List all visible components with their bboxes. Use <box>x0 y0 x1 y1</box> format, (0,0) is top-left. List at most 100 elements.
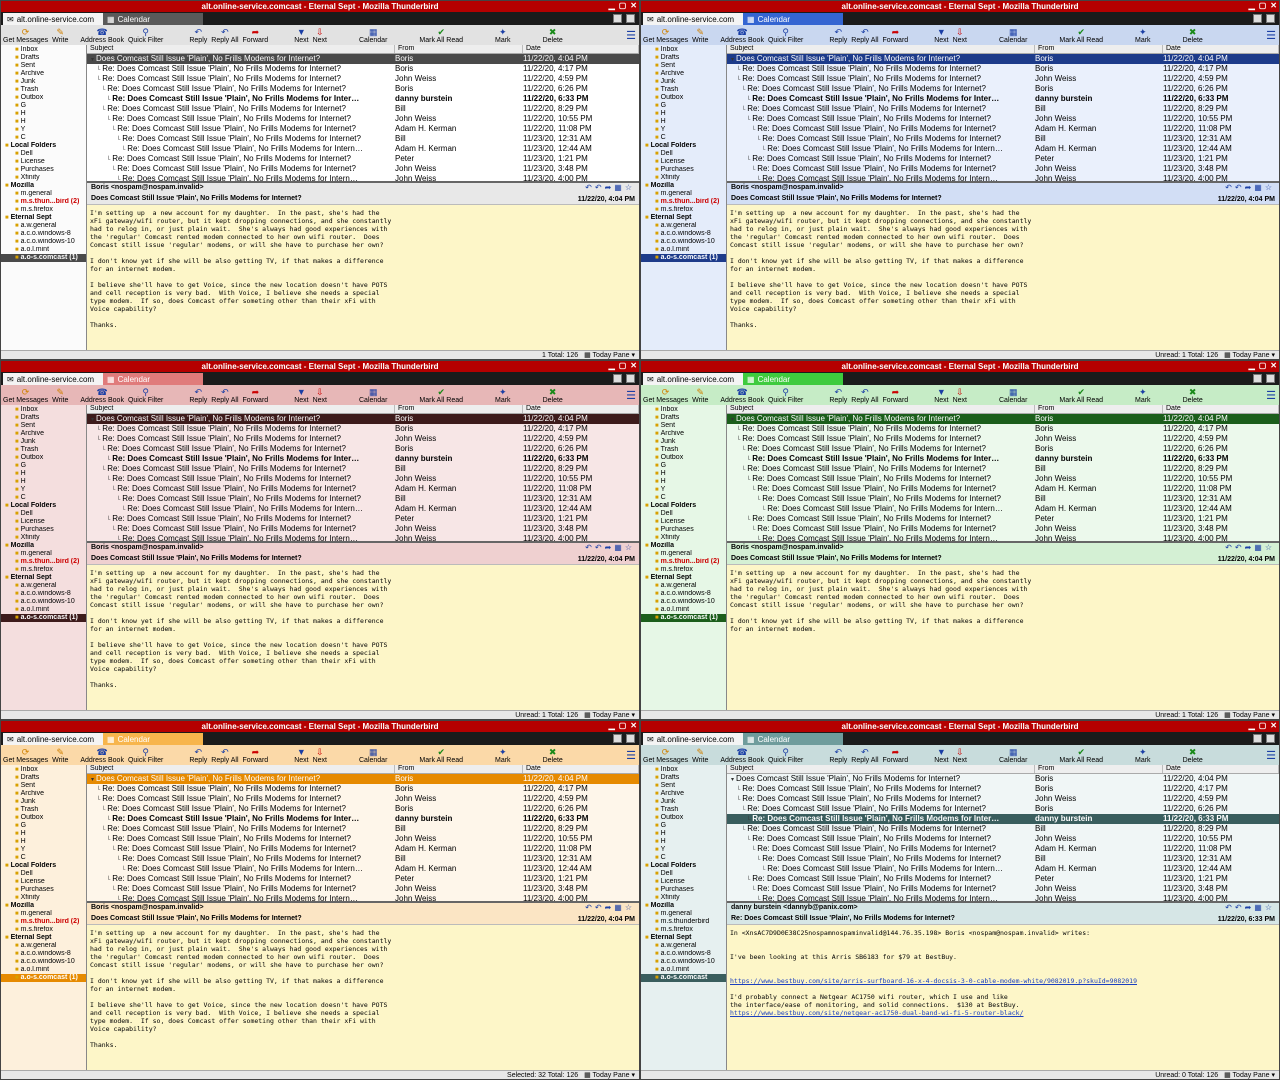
folder-item[interactable]: ■ Purchases <box>641 166 726 174</box>
folder-item[interactable]: ■ m.s.thun...bird (2) <box>1 918 86 926</box>
table-row[interactable]: └ Re: Does Comcast Still Issue 'Plain', N… <box>87 864 639 874</box>
table-row[interactable]: └ Re: Does Comcast Still Issue 'Plain', N… <box>727 114 1279 124</box>
folder-item[interactable]: ■ Xfinity <box>641 894 726 902</box>
folder-item[interactable]: ■ Sent <box>641 782 726 790</box>
toolbar-button-address-book[interactable]: ☎ Address Book <box>80 747 124 765</box>
folder-item[interactable]: ■ a.o.l.mint <box>1 606 86 614</box>
folder-item[interactable]: ■ m.s.thun...bird (2) <box>641 198 726 206</box>
table-row[interactable]: ▾ Does Comcast Still Issue 'Plain', No Fr… <box>727 774 1279 784</box>
today-pane-toggle[interactable]: ▦ Today Pane ▾ <box>584 1071 635 1079</box>
maximize-button[interactable]: ▢ <box>619 361 627 370</box>
column-from[interactable]: From <box>1035 405 1163 413</box>
folder-item[interactable]: ■ G <box>1 822 86 830</box>
folder-item[interactable]: ■ Local Folders <box>1 502 86 510</box>
folder-item[interactable]: ■ H <box>641 470 726 478</box>
folder-item[interactable]: ■ Mozilla <box>1 182 86 190</box>
folder-item[interactable]: ■ C <box>641 494 726 502</box>
table-row[interactable]: └ Re: Does Comcast Still Issue 'Plain', N… <box>727 434 1279 444</box>
folder-item[interactable]: ■ Archive <box>1 70 86 78</box>
folder-item[interactable]: ■ a.c.o.windows-10 <box>641 238 726 246</box>
folder-item[interactable]: ■ a.o-s.comcast (1) <box>1 254 86 262</box>
toolbar-button-forward[interactable]: ➦ Forward <box>883 387 909 405</box>
toolbar-button-next[interactable]: ⇩ Next <box>313 747 327 765</box>
folder-item[interactable]: ■ Inbox <box>641 46 726 54</box>
folder-item[interactable]: ■ a.o.l.mint <box>641 246 726 254</box>
folder-item[interactable]: ■ m.s.firefox <box>641 566 726 574</box>
table-row[interactable]: └ Re: Does Comcast Still Issue 'Plain', N… <box>727 424 1279 434</box>
toolbar-button-mark-all-read[interactable]: ✔ Mark All Read <box>1059 27 1103 45</box>
folder-item[interactable]: ■ a.o-s.comcast (1) <box>1 974 86 982</box>
toolbar-button-mark[interactable]: ✦ Mark <box>1135 387 1151 405</box>
app-menu-icon[interactable]: ☰ <box>626 29 636 42</box>
table-row[interactable]: └ Re: Does Comcast Still Issue 'Plain', N… <box>727 844 1279 854</box>
folder-item[interactable]: ■ a.w.general <box>641 942 726 950</box>
toolbar-button-get-messages[interactable]: ⟳ Get Messages <box>3 747 48 765</box>
toolbar-button-mark[interactable]: ✦ Mark <box>495 747 511 765</box>
table-row[interactable]: └ Re: Does Comcast Still Issue 'Plain', N… <box>727 154 1279 164</box>
app-menu-icon[interactable]: ☰ <box>626 389 636 402</box>
folder-item[interactable]: ■ Purchases <box>1 886 86 894</box>
folder-item[interactable]: ■ C <box>641 134 726 142</box>
folder-item[interactable]: ■ m.general <box>1 190 86 198</box>
folder-item[interactable]: ■ H <box>1 838 86 846</box>
folder-item[interactable]: ■ a.c.o.windows-8 <box>1 230 86 238</box>
toolbar-button-forward[interactable]: ➦ Forward <box>243 747 269 765</box>
toolbar-button-next[interactable]: ⇩ Next <box>953 27 967 45</box>
table-row[interactable]: └ Re: Does Comcast Still Issue 'Plain', N… <box>727 834 1279 844</box>
table-row[interactable]: └ Re: Does Comcast Still Issue 'Plain', N… <box>87 484 639 494</box>
toolbar-button-calendar[interactable]: ▦ Calendar <box>999 747 1027 765</box>
table-row[interactable]: └ Re: Does Comcast Still Issue 'Plain', N… <box>87 504 639 514</box>
calendar-icon[interactable] <box>613 734 622 743</box>
toolbar-button-quick-filter[interactable]: ⚲ Quick Filter <box>128 747 163 765</box>
folder-item[interactable]: ■ Sent <box>1 782 86 790</box>
toolbar-button-next[interactable]: ▼ Next <box>934 387 948 405</box>
folder-item[interactable]: ■ Mozilla <box>641 902 726 910</box>
minimize-button[interactable]: ▁ <box>1249 361 1255 370</box>
table-row[interactable]: └ Re: Does Comcast Still Issue 'Plain', N… <box>727 534 1279 541</box>
folder-item[interactable]: ■ m.s.thunderbird <box>641 918 726 926</box>
folder-item[interactable]: ■ a.w.general <box>1 582 86 590</box>
toolbar-button-reply-all[interactable]: ↶ Reply All <box>211 747 238 765</box>
table-row[interactable]: └ Re: Does Comcast Still Issue 'Plain', N… <box>87 814 639 824</box>
folder-item[interactable]: ■ Junk <box>641 438 726 446</box>
folder-item[interactable]: ■ Drafts <box>1 414 86 422</box>
folder-item[interactable]: ■ m.s.thun...bird (2) <box>1 198 86 206</box>
toolbar-button-get-messages[interactable]: ⟳ Get Messages <box>3 27 48 45</box>
folder-item[interactable]: ■ Drafts <box>641 54 726 62</box>
folder-item[interactable]: ■ Sent <box>1 62 86 70</box>
message-actions[interactable]: ↶↶➦▦☆ <box>1225 543 1275 552</box>
close-button[interactable]: ✕ <box>1270 1 1277 10</box>
table-row[interactable]: └ Re: Does Comcast Still Issue 'Plain', N… <box>727 884 1279 894</box>
folder-item[interactable]: ■ a.o.l.mint <box>1 966 86 974</box>
toolbar-button-next[interactable]: ⇩ Next <box>953 387 967 405</box>
folder-item[interactable]: ■ a.o-s.comcast (1) <box>1 614 86 622</box>
toolbar-button-reply-all[interactable]: ↶ Reply All <box>851 387 878 405</box>
folder-item[interactable]: ■ Trash <box>1 806 86 814</box>
folder-item[interactable]: ■ H <box>641 118 726 126</box>
folder-item[interactable]: ■ a.o.l.mint <box>641 966 726 974</box>
folder-item[interactable]: ■ Drafts <box>641 774 726 782</box>
folder-item[interactable]: ■ Junk <box>641 78 726 86</box>
today-pane-toggle[interactable]: ▦ Today Pane ▾ <box>1224 351 1275 359</box>
message-actions[interactable]: ↶↶➦▦☆ <box>1225 183 1275 192</box>
folder-item[interactable]: ■ H <box>641 478 726 486</box>
table-row[interactable]: └ Re: Does Comcast Still Issue 'Plain', N… <box>727 864 1279 874</box>
folder-item[interactable]: ■ Dell <box>641 510 726 518</box>
folder-item[interactable]: ■ Mozilla <box>641 182 726 190</box>
column-date[interactable]: Date <box>523 765 639 773</box>
folder-item[interactable]: ■ Xfinity <box>641 534 726 542</box>
folder-item[interactable]: ■ Dell <box>641 870 726 878</box>
folder-item[interactable]: ■ Purchases <box>641 526 726 534</box>
app-menu-icon[interactable]: ☰ <box>626 749 636 762</box>
table-row[interactable]: └ Re: Does Comcast Still Issue 'Plain', N… <box>87 134 639 144</box>
toolbar-button-reply-all[interactable]: ↶ Reply All <box>851 747 878 765</box>
toolbar-button-next[interactable]: ▼ Next <box>294 387 308 405</box>
table-row[interactable]: └ Re: Does Comcast Still Issue 'Plain', N… <box>87 154 639 164</box>
folder-item[interactable]: ■ License <box>641 878 726 886</box>
toolbar-button-address-book[interactable]: ☎ Address Book <box>720 387 764 405</box>
table-row[interactable]: └ Re: Does Comcast Still Issue 'Plain', N… <box>727 104 1279 114</box>
toolbar-button-address-book[interactable]: ☎ Address Book <box>80 27 124 45</box>
folder-item[interactable]: ■ Y <box>641 846 726 854</box>
column-date[interactable]: Date <box>523 45 639 53</box>
tasks-icon[interactable] <box>626 374 635 383</box>
